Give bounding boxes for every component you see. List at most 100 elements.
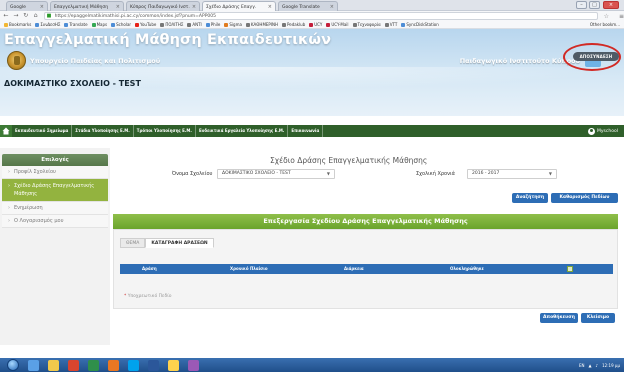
system-tray: EN ▲ ♪ 12:19 μμ [575, 358, 620, 372]
other-bookmarks[interactable]: Other bookm... [586, 21, 620, 28]
app-icon[interactable] [188, 359, 199, 371]
word-icon[interactable] [148, 359, 159, 371]
back-icon[interactable]: ← [2, 12, 10, 20]
nav-item-contact[interactable]: Επικοινωνία [288, 125, 324, 137]
start-button[interactable] [7, 359, 19, 371]
maximize-icon[interactable]: □ [589, 1, 600, 9]
window-close-icon[interactable]: × [603, 1, 619, 9]
browser-tab[interactable]: Google × [6, 1, 48, 11]
edit-panel: ΘΕΜΑ ΚΑΤΑΓΡΑΦΗ ΔΡΑΣΕΩΝ Δράση Χρονικό Πλα… [113, 229, 618, 309]
save-button[interactable]: Αποθήκευση [540, 313, 578, 323]
school-title: ΔΟΚΙΜΑΣΤΙΚΟ ΣΧΟΛΕΙΟ - TEST [4, 79, 141, 88]
bookmark-item[interactable]: ΠΟΛΙΤΗΣ [160, 22, 183, 27]
user-menu[interactable]: Myschool [588, 125, 618, 137]
star-icon[interactable]: ☆ [604, 13, 609, 20]
bookmark-item[interactable]: Τεχνοφορία [352, 22, 381, 27]
bookmark-icon [309, 22, 314, 27]
sidebar-item-action-plan[interactable]: Σχέδιο Δράσης Επαγγελματικής Μάθησης [2, 179, 108, 202]
nav-item-methods[interactable]: Τρόποι Υλοποίησης Ε.Μ. [134, 125, 196, 137]
clear-fields-button[interactable]: Καθαρισμός Πεδίων [551, 193, 618, 203]
nav-item-tools[interactable]: Ενδεικτικά Εργαλεία Υλοποίησης Ε.Μ. [196, 125, 289, 137]
bookmark-item[interactable]: UCY [309, 22, 322, 27]
outlook-icon[interactable] [108, 359, 119, 371]
tab-subject[interactable]: ΘΕΜΑ [120, 238, 146, 248]
bookmark-icon [4, 22, 8, 27]
column-header-completed: Ολοκληρώθηκε [450, 266, 484, 271]
browser-tab[interactable]: Επαγγελματική Μάθηση × [50, 1, 124, 11]
bookmark-item[interactable]: Bookmarks [4, 22, 31, 27]
bookmark-item[interactable]: Translate [64, 22, 88, 27]
close-icon[interactable]: × [114, 4, 120, 10]
required-note-text: Υποχρεωτικό Πεδίο [127, 294, 172, 299]
bookmark-icon [187, 22, 192, 27]
year-label: Σχολική Χρονιά [416, 171, 455, 177]
search-button[interactable]: Αναζήτηση [512, 193, 548, 203]
tab-actions-log[interactable]: ΚΑΤΑΓΡΑΦΗ ΔΡΑΣΕΩΝ [145, 238, 214, 248]
bookmark-label: UCY-Mail [331, 22, 349, 27]
language-indicator[interactable]: EN [579, 363, 585, 368]
close-icon[interactable]: × [190, 4, 196, 10]
url-field[interactable]: ■ https://epaggelmatikimathisi.pi.ac.cy/… [43, 12, 598, 20]
url-text: https://epaggelmatikimathisi.pi.ac.cy/co… [54, 14, 217, 19]
house-icon [2, 127, 10, 135]
lock-icon: ■ [46, 13, 52, 19]
year-select[interactable]: 2016 - 2017 ▼ [467, 169, 557, 179]
close-icon[interactable]: × [266, 4, 272, 10]
sidebar-item-account[interactable]: Ο Λογαριασμός μου [2, 215, 108, 228]
add-row-icon[interactable] [567, 266, 573, 272]
sidebar-item-profile[interactable]: Προφίλ Σχολείου [2, 166, 108, 179]
reload-icon[interactable]: ↻ [22, 12, 30, 20]
nav-item-stages[interactable]: Στάδια Υλοποίησης Ε.Μ. [72, 125, 134, 137]
bookmark-item[interactable]: Phile [205, 22, 220, 27]
year-select-value: 2016 - 2017 [472, 171, 500, 176]
browser-tab[interactable]: Google Translate × [278, 1, 338, 11]
powerpoint-icon[interactable] [68, 359, 79, 371]
network-icon[interactable]: ▲ [588, 363, 591, 368]
required-note: * Υποχρεωτικό Πεδίο [124, 294, 171, 299]
forward-icon[interactable]: → [12, 12, 20, 20]
folder-icon[interactable] [48, 359, 59, 371]
school-select[interactable]: ΔΟΚΙΜΑΣΤΙΚΟ ΣΧΟΛΕΙΟ - TEST ▼ [217, 169, 335, 179]
volume-icon[interactable]: ♪ [596, 363, 599, 368]
menu-icon[interactable]: ≡ [619, 13, 624, 20]
page-title: Σχέδιο Δράσης Επαγγελματικής Μάθησης [270, 156, 428, 165]
close-icon[interactable]: × [328, 4, 334, 10]
column-header-action: Δράση [142, 266, 157, 271]
column-header-duration: Διάρκεια [344, 266, 364, 271]
bookmark-item[interactable]: VTT [384, 22, 397, 27]
bookmark-item[interactable]: ΑΝΤΙ [187, 22, 202, 27]
nav-item-note[interactable]: Εκπαιδευτικό Σημείωμα [12, 125, 73, 137]
sidebar-item-updates[interactable]: Ενημέρωση [2, 202, 108, 215]
skype-icon[interactable] [128, 359, 139, 371]
bookmark-item[interactable]: YouTube [135, 22, 156, 27]
bookmark-label: ΠΟΛΙΤΗΣ [165, 22, 184, 27]
home-icon[interactable] [0, 125, 12, 137]
ie-icon[interactable] [28, 359, 39, 371]
bookmark-label: Pedaklub [287, 22, 306, 27]
clock[interactable]: 12:19 μμ [602, 363, 620, 368]
excel-icon[interactable] [88, 359, 99, 371]
minimize-icon[interactable]: – [576, 1, 587, 9]
browser-titlebar: Google × Επαγγελματική Μάθηση × Κύπρος Παι… [0, 0, 624, 11]
bookmark-icon [401, 22, 406, 27]
bookmark-item[interactable]: ΚΑΘΗΜΕΡΙΝΗ [245, 22, 278, 27]
bookmark-item[interactable]: UCY-Mail [326, 22, 349, 27]
bookmark-icon [384, 22, 389, 27]
browser-tab-active[interactable]: Σχέδιο Δράσης Επαγγ. × [202, 1, 276, 11]
bookmark-icon [245, 22, 250, 27]
bookmark-item[interactable]: Pedaklub [282, 22, 305, 27]
bookmark-item[interactable]: Scholar [111, 22, 131, 27]
sidebar: Επιλογές Προφίλ Σχολείου Σχέδιο Δράσης Ε… [0, 148, 110, 345]
chevron-down-icon: ▼ [326, 171, 330, 176]
close-icon[interactable]: × [38, 4, 44, 10]
bookmark-item[interactable]: Sigma [224, 22, 242, 27]
browser-tab[interactable]: Κύπρος Παιδαγωγικό Ινστ. × [126, 1, 200, 11]
logout-button[interactable]: ΑΠΟΣΥΝΔΕΣΗ [573, 52, 619, 61]
bookmark-item[interactable]: SyncDiskStation [401, 22, 439, 27]
home-browser-icon[interactable]: ⌂ [32, 12, 40, 20]
bookmark-item[interactable]: Maps [91, 22, 107, 27]
user-icon [588, 127, 596, 135]
close-button[interactable]: Κλείσιμο [581, 313, 615, 323]
bookmark-item[interactable]: ΣυνΔεσΗΣ [35, 22, 60, 27]
chrome-icon[interactable] [168, 359, 179, 371]
